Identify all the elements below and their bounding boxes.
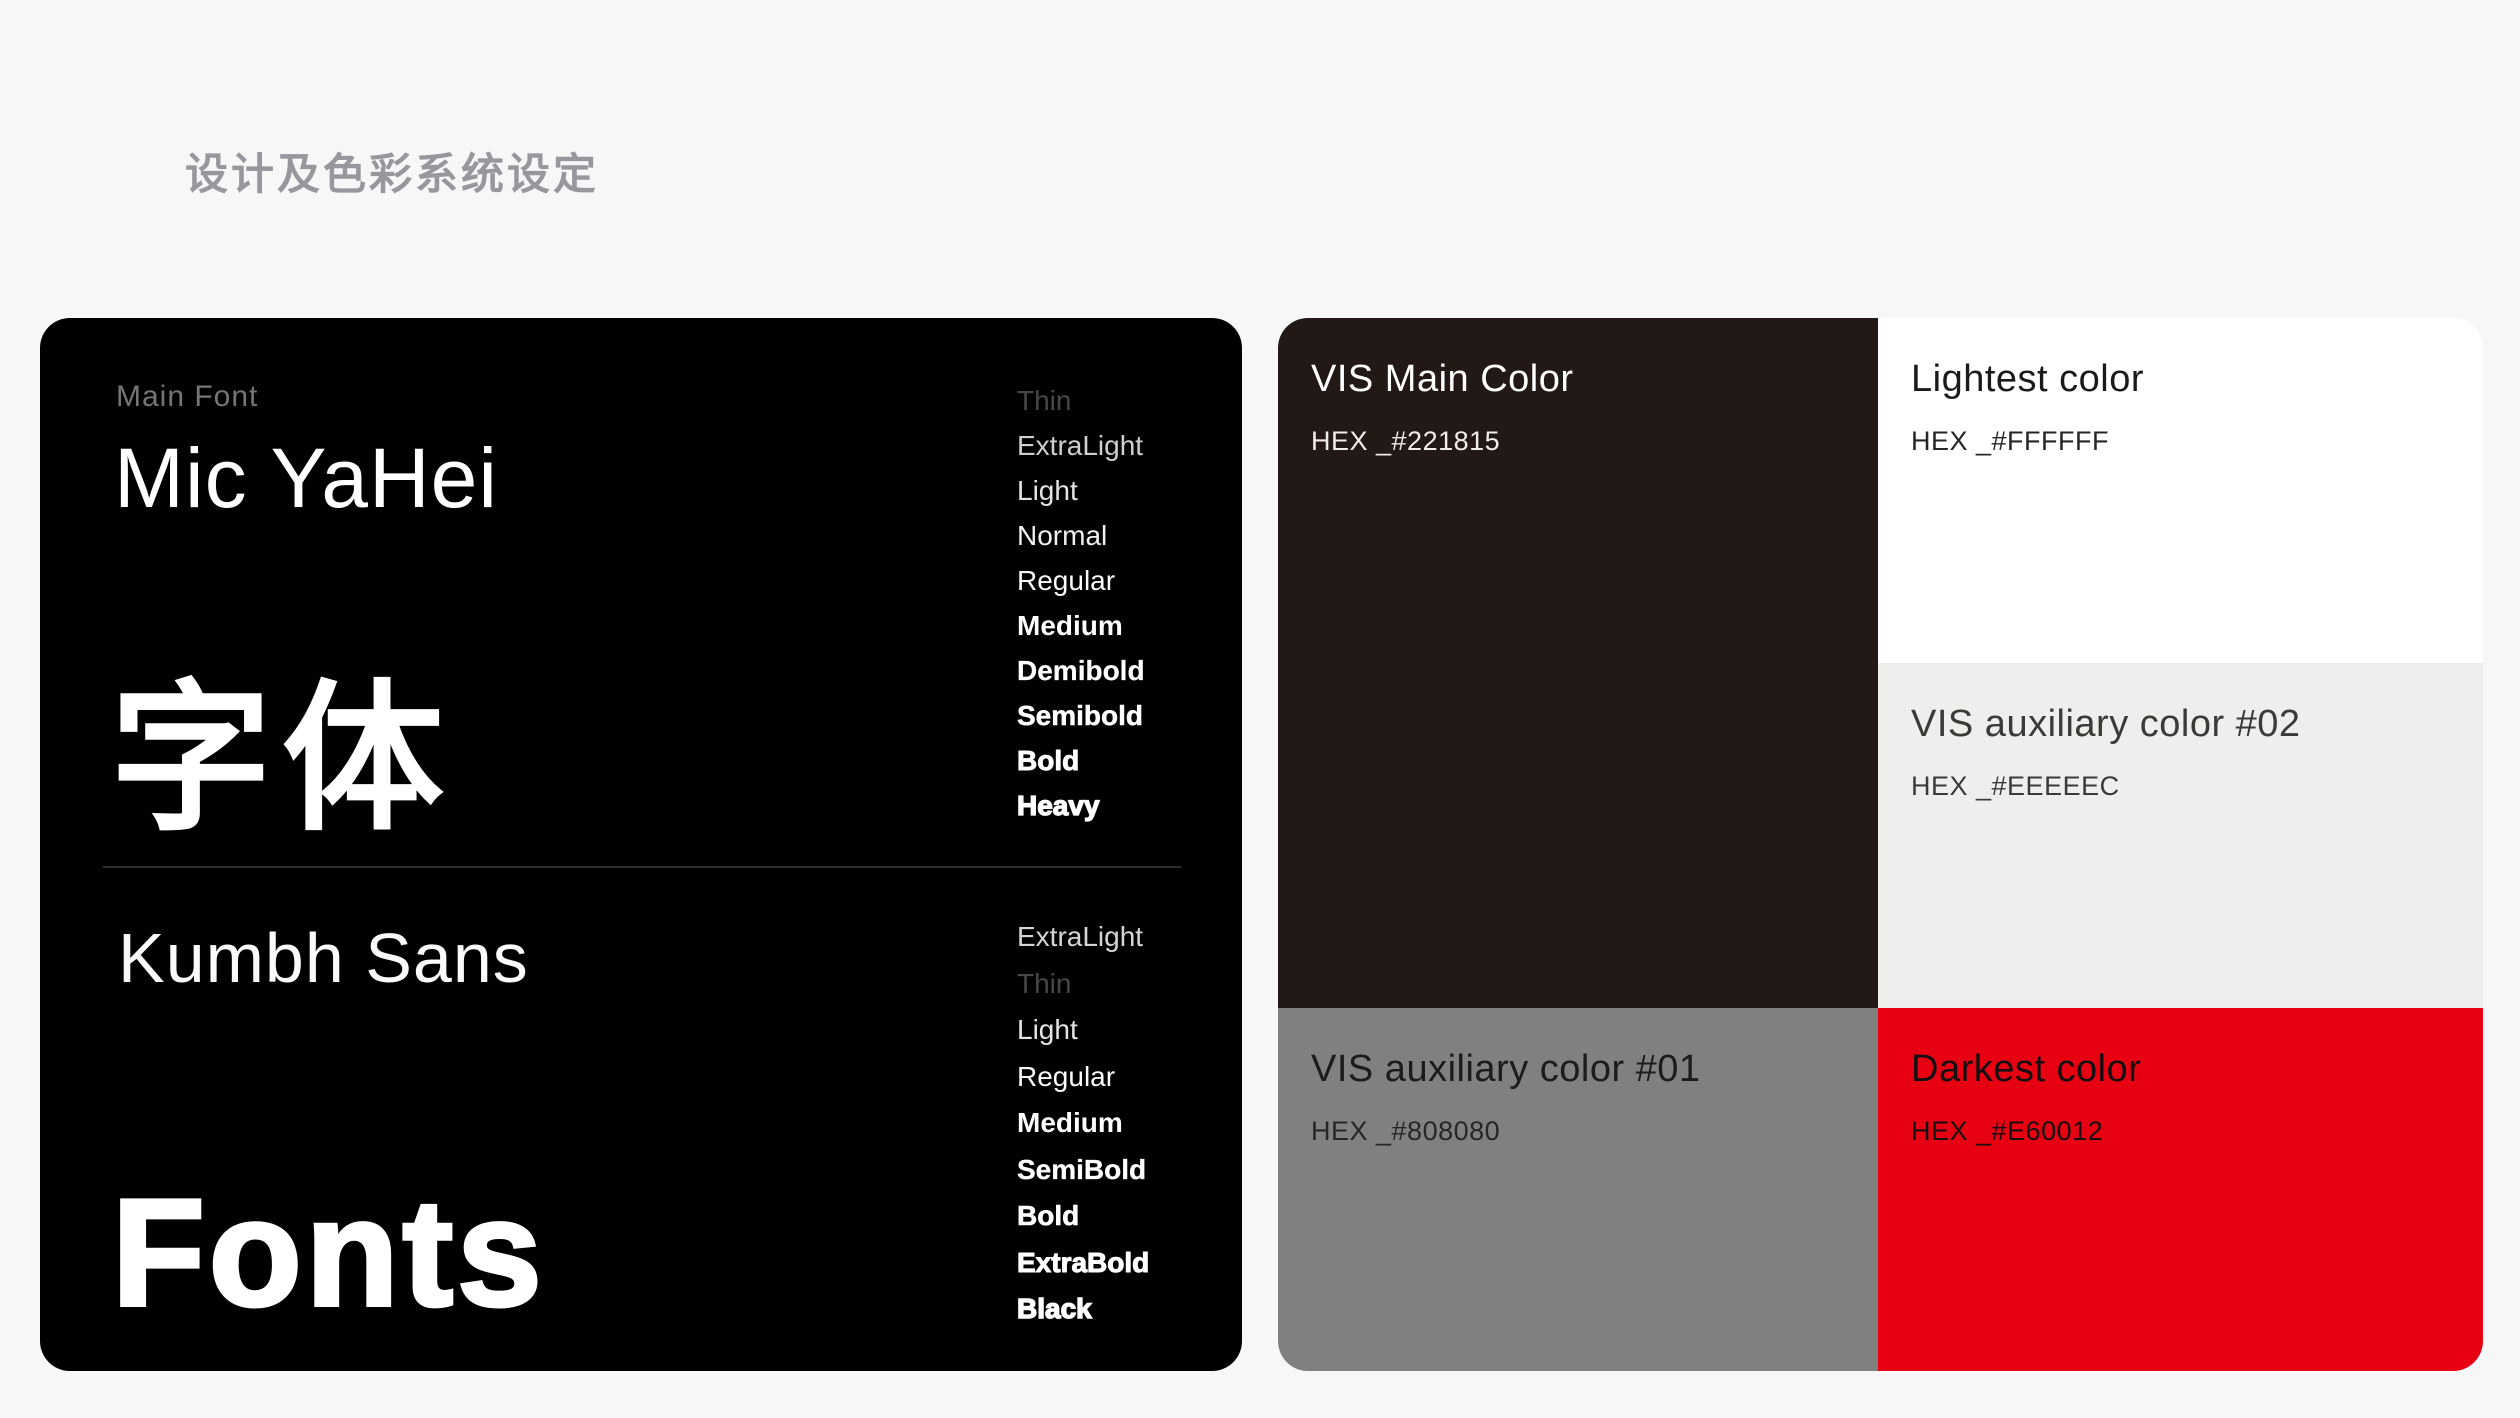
- weight-item: Regular: [1017, 565, 1116, 596]
- page-title: 设计及色彩系统设定: [185, 151, 599, 199]
- main-font-name: Mic YaHei: [114, 431, 499, 525]
- main-font-weight-list: Thin ExtraLight Light Normal Regular Med…: [1016, 378, 1145, 828]
- weight-item: Thin: [1017, 967, 1072, 999]
- weight-item: Bold: [1017, 1200, 1080, 1232]
- swatch-hex-value: HEX _#808080: [1311, 1116, 1501, 1146]
- weight-item: Black: [1016, 1292, 1092, 1324]
- weight-item: Bold: [1017, 745, 1080, 777]
- swatch-hex-value: HEX _#EEEEEC: [1911, 771, 2120, 801]
- secondary-font-specimen: Fonts: [110, 1166, 546, 1340]
- swatch-name: VIS auxiliary color #01: [1311, 1048, 1701, 1090]
- color-system-grid: VIS Main Color HEX _#221815 Lightest col…: [1278, 318, 2483, 1371]
- weight-item: Semibold: [1017, 700, 1144, 732]
- weight-item: Regular: [1017, 1060, 1116, 1092]
- secondary-font-name: Kumbh Sans: [118, 919, 529, 997]
- weight-item: Medium: [1017, 1107, 1123, 1138]
- weight-item: Light: [1017, 475, 1078, 506]
- swatch-name: VIS Main Color: [1311, 358, 1574, 400]
- swatch-name: Lightest color: [1911, 358, 2145, 400]
- weight-item: Light: [1017, 1014, 1078, 1045]
- color-swatch-vis-main: VIS Main Color HEX _#221815: [1278, 318, 1878, 1008]
- color-swatch-darkest: Darkest color HEX _#E60012: [1878, 1008, 2483, 1371]
- main-font-label: Main Font: [116, 380, 259, 413]
- swatch-hex-value: HEX _#221815: [1311, 426, 1501, 456]
- weight-item: Heavy: [1016, 789, 1100, 821]
- color-swatch-auxiliary-02: VIS auxiliary color #02 HEX _#EEEEEC: [1878, 663, 2483, 1008]
- secondary-font-weight-list: ExtraLight Thin Light Regular Medium Sem…: [1016, 914, 1150, 1333]
- card-divider: [103, 866, 1181, 868]
- swatch-hex-value: HEX _#FFFFFF: [1911, 426, 2110, 456]
- weight-item: Medium: [1017, 610, 1123, 641]
- weight-item: Normal: [1017, 520, 1108, 551]
- color-swatch-auxiliary-01: VIS auxiliary color #01 HEX _#808080: [1278, 1008, 1878, 1371]
- typography-card: Main Font Mic YaHei 字体 Thin ExtraLight L…: [40, 318, 1242, 1371]
- swatch-name: Darkest color: [1911, 1048, 2142, 1090]
- color-swatch-lightest: Lightest color HEX _#FFFFFF: [1878, 318, 2483, 663]
- weight-item: Thin: [1017, 385, 1072, 416]
- weight-item: ExtraLight: [1017, 430, 1144, 461]
- weight-item: ExtraBold: [1016, 1246, 1150, 1278]
- swatch-name: VIS auxiliary color #02: [1911, 703, 2301, 745]
- main-font-cjk-specimen: 字体: [110, 669, 454, 850]
- weight-item: ExtraLight: [1017, 921, 1144, 952]
- weight-item: Demibold: [1017, 655, 1145, 686]
- swatch-hex-value: HEX _#E60012: [1911, 1116, 2104, 1146]
- weight-item: SemiBold: [1017, 1153, 1147, 1185]
